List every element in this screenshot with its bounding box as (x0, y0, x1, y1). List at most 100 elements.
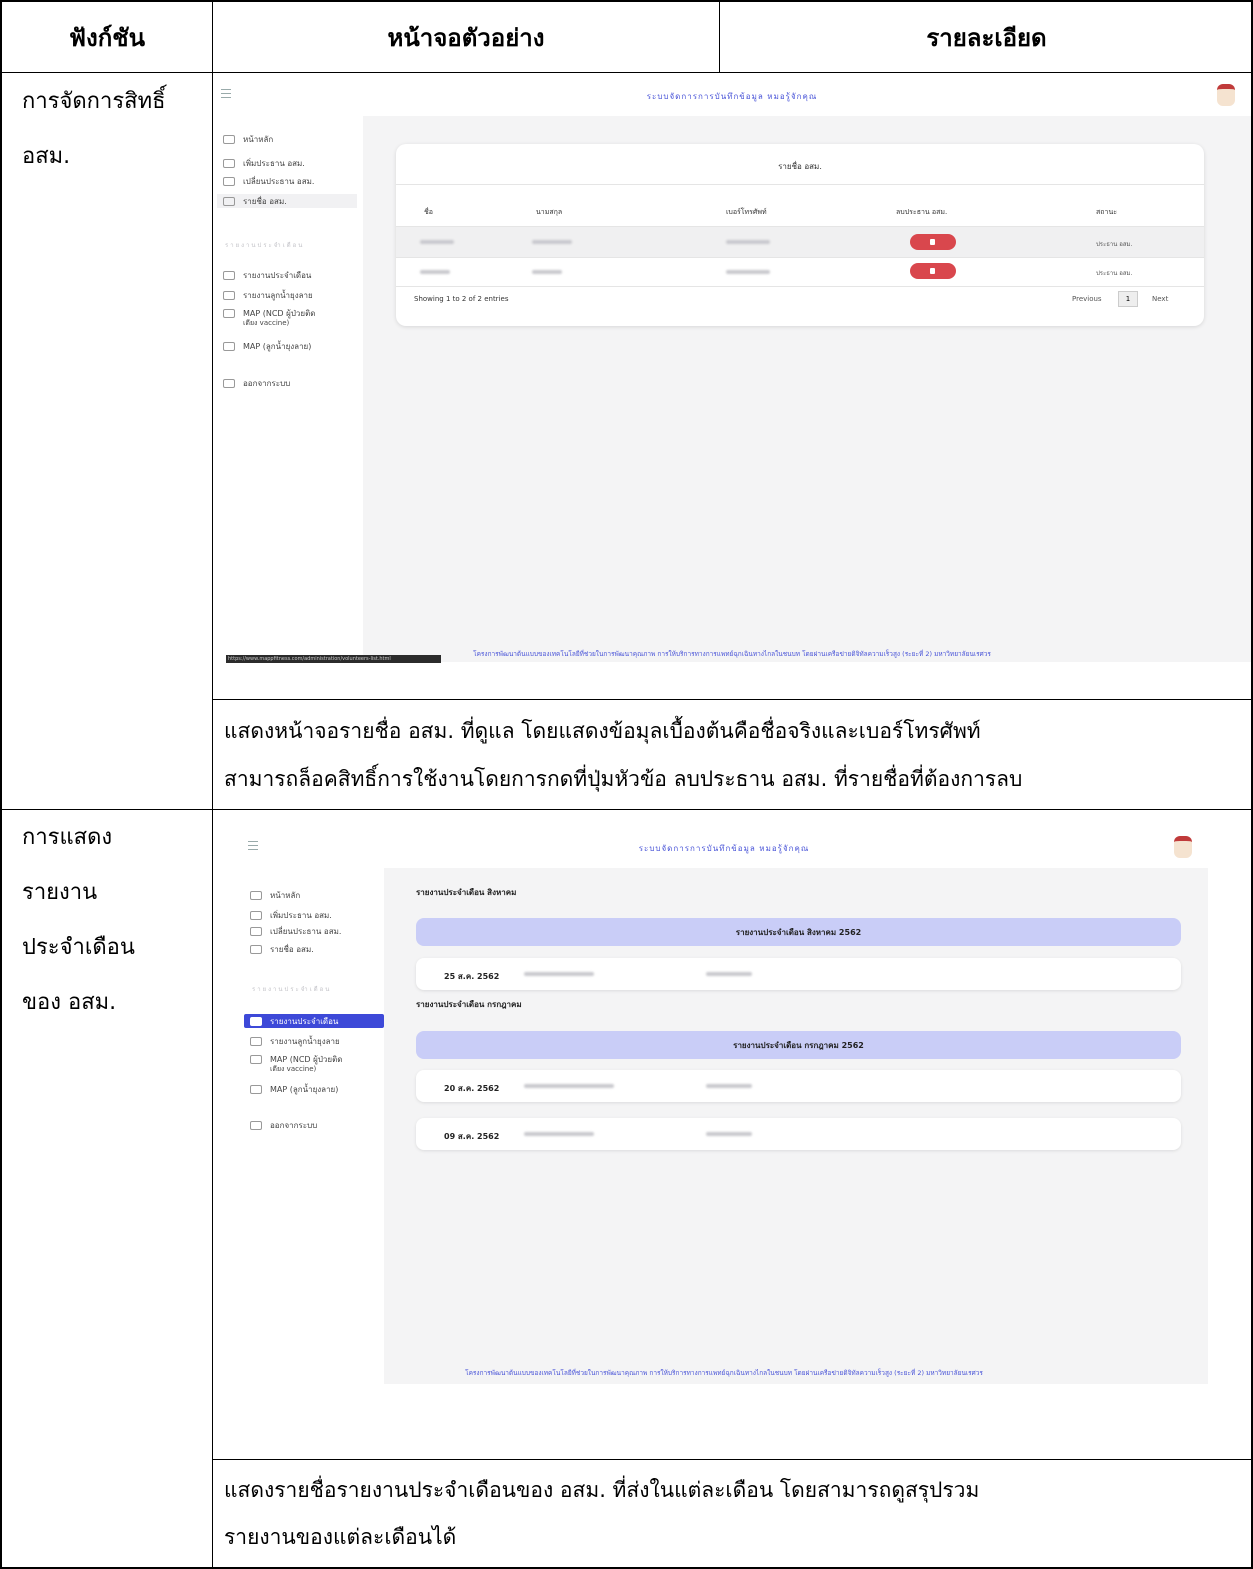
checklist-icon (250, 1016, 262, 1026)
sidebar-item-label: รายงานประจำเดือน (270, 1016, 339, 1026)
add-user-icon (250, 910, 262, 920)
report-row[interactable]: 20 ส.ค. 2562 (416, 1070, 1181, 1102)
app-topbar: ระบบจัดการการบันทึกข้อมูล หมอรู้จักคุณ (240, 828, 1208, 868)
delete-chair-button[interactable] (910, 234, 956, 250)
sidebar-item-logout[interactable]: ออกจากระบบ (250, 1118, 317, 1132)
volunteer-list-card: รายชื่อ อสม. ชื่อ นามสกุล เบอร์โทรศัพท์ … (396, 144, 1204, 326)
report-row[interactable]: 25 ส.ค. 2562 (416, 958, 1181, 990)
blurred-phone (726, 270, 770, 274)
sidebar-item-label: รายงานลูกน้ำยุงลาย (243, 290, 313, 300)
swap-icon (250, 926, 262, 936)
pager-page-1[interactable]: 1 (1118, 291, 1138, 307)
pager-next[interactable]: Next (1152, 295, 1168, 303)
column-header-name[interactable]: ชื่อ (424, 207, 433, 218)
app-sidebar: หน้าหลัก เพิ่มประธาน อสม. เปลี่ยนประธาน … (240, 868, 384, 1384)
logout-icon (223, 378, 235, 388)
sidebar-item-home[interactable]: หน้าหลัก (250, 888, 300, 902)
map-icon (250, 1084, 262, 1094)
blurred-detail (706, 1084, 752, 1088)
delete-chair-button[interactable] (910, 263, 956, 279)
app-title: ระบบจัดการการบันทึกข้อมูล หมอรู้จักคุณ (646, 92, 818, 101)
sidebar-item-label: MAP (ลูกน้ำยุงลาย) (243, 341, 312, 351)
row2-function-line1: การแสดง (22, 825, 113, 850)
sidebar-item-label: รายงานลูกน้ำยุงลาย (270, 1036, 340, 1046)
sidebar-item-map-larvae[interactable]: MAP (ลูกน้ำยุงลาย) (250, 1082, 338, 1096)
sidebar-item-label: เปลี่ยนประธาน อสม. (243, 176, 315, 186)
sidebar-item-larvae-report[interactable]: รายงานลูกน้ำยุงลาย (223, 288, 313, 302)
report-month-band[interactable]: รายงานประจำเดือน กรกฎาคม 2562 (416, 1031, 1181, 1059)
clipboard-icon (250, 1036, 262, 1046)
screenshot-monthly-reports: ระบบจัดการการบันทึกข้อมูล หมอรู้จักคุณ ห… (240, 828, 1208, 1384)
report-group-heading: รายงานประจำเดือน สิงหาคม (416, 888, 517, 897)
blurred-name (420, 270, 450, 274)
sidebar-item-label: เพิ่มประธาน อสม. (270, 910, 332, 920)
sidebar-item-label: หน้าหลัก (270, 890, 301, 900)
header-detail: รายละเอียด (926, 24, 1047, 52)
row2-description-line2: รายงานของแต่ละเดือนได้ (224, 1525, 457, 1549)
table-row: ประธาน อสม. (396, 227, 1204, 257)
card-divider (396, 184, 1204, 185)
map-icon (223, 341, 235, 351)
map-icon (250, 1054, 262, 1064)
sidebar-item-logout[interactable]: ออกจากระบบ (223, 376, 290, 390)
blurred-surname (532, 240, 572, 244)
table-row: ประธาน อสม. (396, 258, 1204, 288)
report-date: 20 ส.ค. 2562 (444, 1084, 500, 1093)
row1-function-line1: การจัดการสิทธิ์ (22, 89, 166, 114)
sidebar-item-home[interactable]: หน้าหลัก (223, 132, 273, 146)
header-screen: หน้าจอตัวอย่าง (387, 24, 545, 52)
report-date: 09 ส.ค. 2562 (444, 1132, 500, 1141)
row-divider (396, 286, 1204, 287)
user-avatar[interactable] (1217, 84, 1235, 106)
blurred-name (420, 240, 454, 244)
column-header-phone[interactable]: เบอร์โทรศัพท์ (726, 207, 767, 218)
sidebar-item-label: ออกจากระบบ (243, 378, 291, 388)
column-header-delete[interactable]: ลบประธาน อสม. (896, 207, 947, 218)
row-divider-row1 (2, 809, 1253, 810)
app-sidebar: หน้าหลัก เพิ่มประธาน อสม. เปลี่ยนประธาน … (213, 116, 363, 662)
sidebar-item-change-chair[interactable]: เปลี่ยนประธาน อสม. (250, 924, 341, 938)
home-icon (223, 134, 235, 144)
sidebar-item-add-chair[interactable]: เพิ่มประธาน อสม. (223, 156, 305, 170)
sidebar-item-volunteer-list[interactable]: รายชื่อ อสม. (217, 194, 357, 208)
sidebar-item-monthly-report[interactable]: รายงานประจำเดือน (223, 268, 311, 282)
sidebar-item-label: เพิ่มประธาน อสม. (243, 158, 305, 168)
sidebar-item-map-larvae[interactable]: MAP (ลูกน้ำยุงลาย) (223, 339, 311, 353)
blurred-phone (726, 240, 770, 244)
row-divider-shot2 (212, 1459, 1253, 1460)
status-text: ประธาน อสม. (1096, 241, 1133, 248)
row2-function-line2: รายงาน (22, 880, 98, 905)
sidebar-section-reports: รายงานประจำเดือน (252, 986, 332, 993)
sidebar-item-label: รายชื่อ อสม. (270, 944, 314, 954)
card-title: รายชื่อ อสม. (778, 162, 822, 171)
column-header-surname[interactable]: นามสกุล (536, 207, 562, 218)
sidebar-item-map-ncd-line2: เตียง vaccine) (270, 1064, 317, 1073)
blurred-detail (706, 1132, 752, 1136)
sidebar-item-change-chair[interactable]: เปลี่ยนประธาน อสม. (223, 174, 314, 188)
user-avatar[interactable] (1174, 836, 1192, 858)
header-function: ฟังก์ชัน (69, 24, 145, 52)
sidebar-item-volunteer-list[interactable]: รายชื่อ อสม. (250, 942, 314, 956)
pager-previous[interactable]: Previous (1072, 295, 1102, 303)
blurred-reporter (524, 972, 594, 976)
screenshot-volunteer-list: ระบบจัดการการบันทึกข้อมูล หมอรู้จักคุณ ห… (213, 76, 1251, 662)
sidebar-item-monthly-report[interactable]: รายงานประจำเดือน (244, 1014, 384, 1028)
swap-icon (223, 176, 235, 186)
report-month-band[interactable]: รายงานประจำเดือน สิงหาคม 2562 (416, 918, 1181, 946)
column-header-status[interactable]: สถานะ (1096, 207, 1117, 218)
sidebar-item-larvae-report[interactable]: รายงานลูกน้ำยุงลาย (250, 1034, 340, 1048)
sidebar-item-label: MAP (ลูกน้ำยุงลาย) (270, 1084, 339, 1094)
blurred-reporter (524, 1132, 594, 1136)
sidebar-item-add-chair[interactable]: เพิ่มประธาน อสม. (250, 908, 332, 922)
row2-function-line4: ของ อสม. (22, 990, 117, 1015)
app-title: ระบบจัดการการบันทึกข้อมูล หมอรู้จักคุณ (638, 844, 810, 853)
entries-info: Showing 1 to 2 of 2 entries (414, 295, 509, 303)
status-url-bar: https://www.mappfitness.com/administrati… (226, 655, 441, 663)
status-text: ประธาน อสม. (1096, 270, 1133, 277)
sidebar-section-reports: รายงานประจำเดือน (225, 242, 305, 249)
sidebar-item-map-ncd-line2: เตียง vaccine) (243, 318, 290, 327)
sidebar-item-label: ออกจากระบบ (270, 1120, 318, 1130)
group-icon (223, 196, 235, 206)
report-row[interactable]: 09 ส.ค. 2562 (416, 1118, 1181, 1150)
sidebar-item-label: หน้าหลัก (243, 134, 274, 144)
